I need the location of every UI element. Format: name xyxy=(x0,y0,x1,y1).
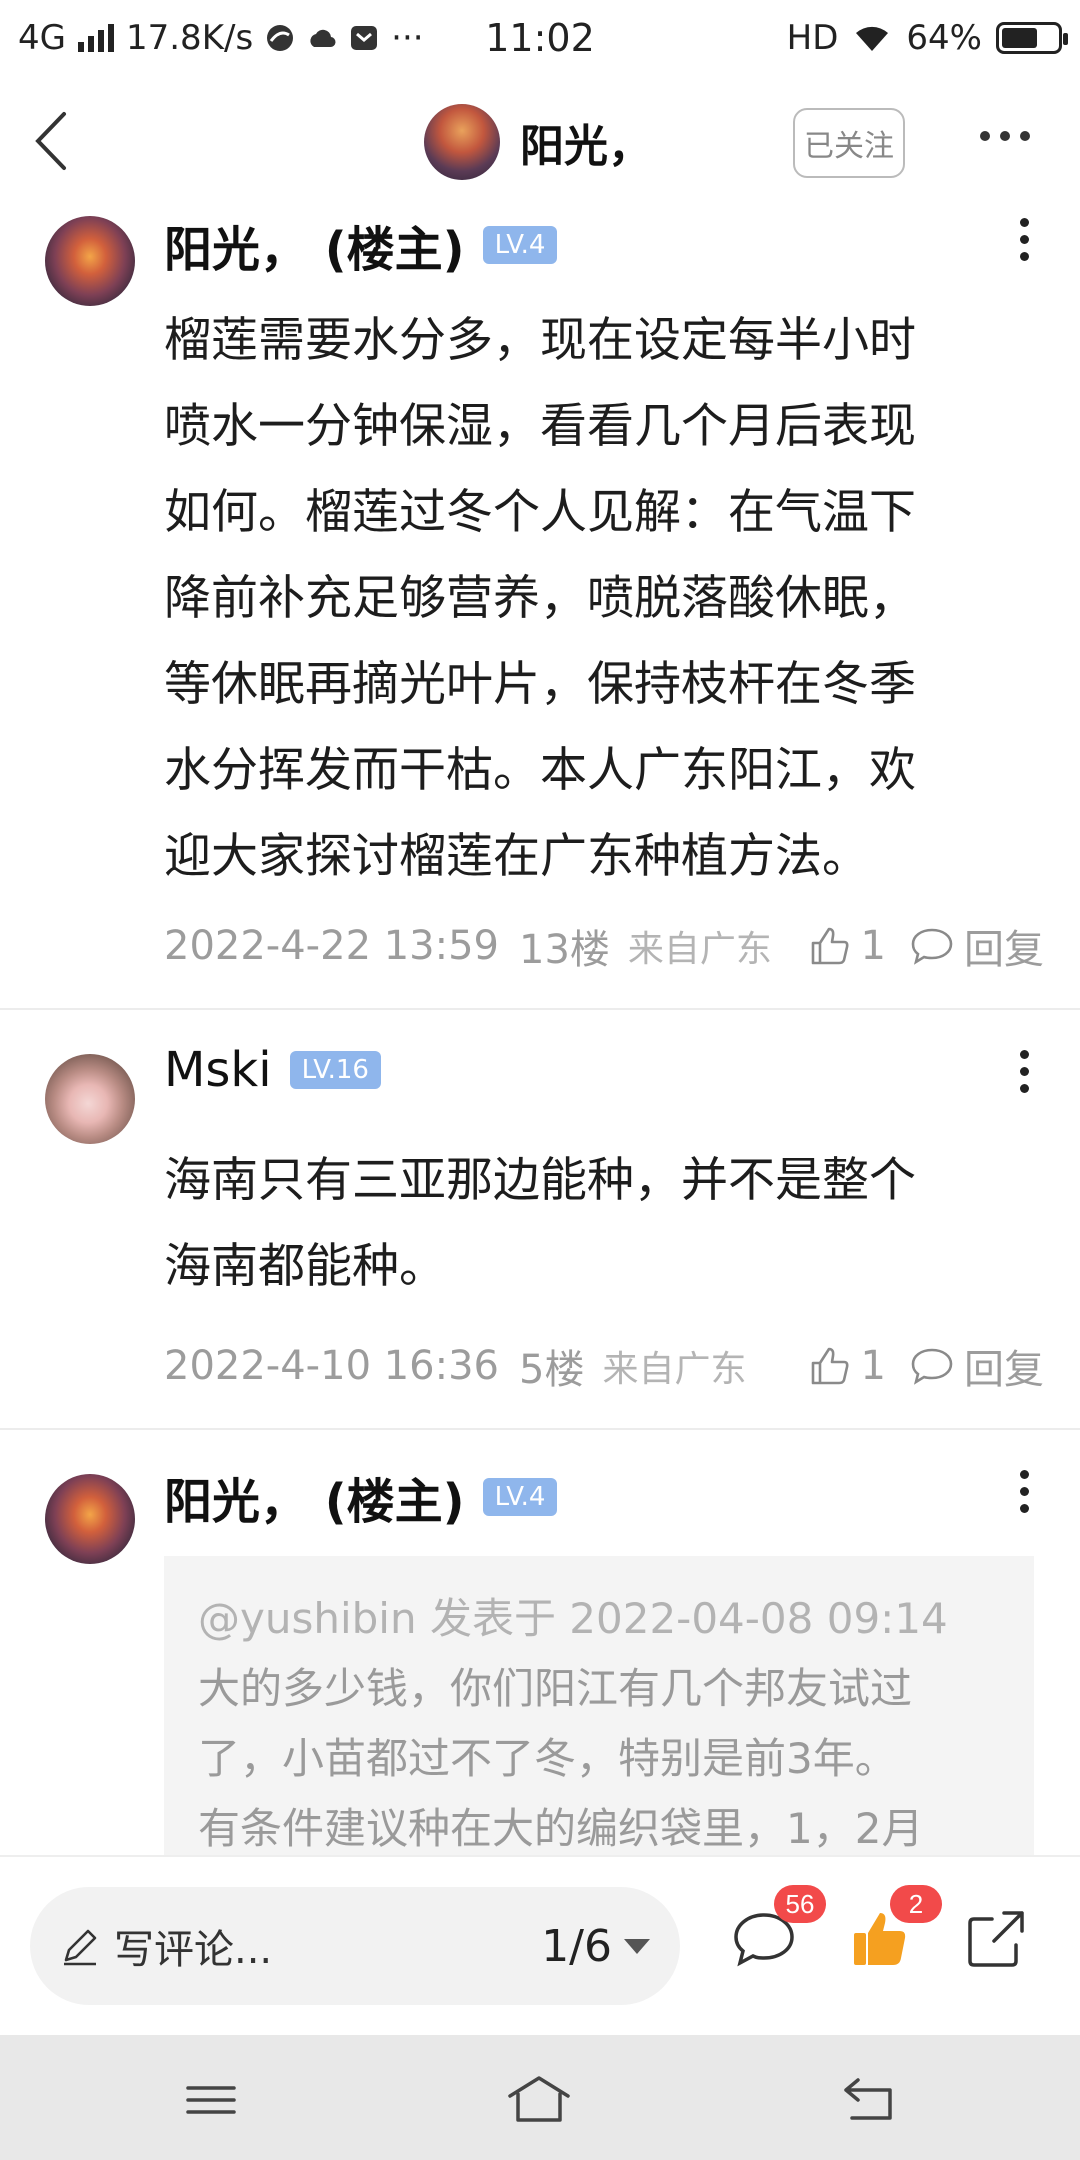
comment-icon xyxy=(911,928,953,965)
post-line: 喷水一分钟保湿，看看几个月后表现 xyxy=(164,399,916,454)
clock: 11:02 xyxy=(485,16,595,60)
avatar[interactable] xyxy=(424,104,500,180)
like-post-button[interactable]: 2 xyxy=(848,1885,942,1977)
post-line: 水分挥发而干枯。本人广东阳江，欢 xyxy=(164,743,916,798)
like-count: 1 xyxy=(860,1343,886,1389)
floor-number: 13楼 xyxy=(519,927,610,973)
floor-number: 5楼 xyxy=(519,1347,585,1393)
post-content: 榴莲需要水分多，现在设定每半小时 喷水一分钟保湿，看看几个月后表现 如何。榴莲过… xyxy=(164,298,1014,900)
level-badge: LV.4 xyxy=(482,1478,558,1516)
follow-button[interactable]: 已关注 xyxy=(793,108,905,178)
comment-input[interactable]: 写评论... 1/6 xyxy=(30,1887,680,2005)
post-line: 榴莲需要水分多，现在设定每半小时 xyxy=(164,313,916,368)
like-button[interactable]: 1 xyxy=(807,1343,886,1389)
comment-count-badge: 56 xyxy=(774,1885,826,1923)
reply-label: 回复 xyxy=(964,1347,1044,1393)
like-button[interactable]: 1 xyxy=(807,923,886,969)
post-line: 如何。榴莲过冬个人见解：在气温下 xyxy=(164,485,916,540)
divider xyxy=(0,1008,1080,1010)
status-bar: 4G 17.8K/s ··· 11:02 HD 64% xyxy=(0,0,1080,76)
divider xyxy=(0,1428,1080,1430)
reply-button[interactable]: 回复 xyxy=(910,917,1044,975)
menu-icon[interactable] xyxy=(176,2070,246,2130)
quote-header: @yushibin 发表于 2022-04-08 09:14 xyxy=(198,1594,948,1643)
post-location: 来自广东 xyxy=(627,929,772,970)
thumbs-up-icon xyxy=(811,927,849,965)
more-options-icon[interactable] xyxy=(980,131,1036,147)
nav-user[interactable]: 阳光， xyxy=(424,104,652,180)
page-indicator: 1/6 xyxy=(541,1920,612,1972)
post-author[interactable]: Mski LV.16 xyxy=(164,1042,381,1098)
post-author[interactable]: 阳光， (楼主) LV.4 xyxy=(164,210,558,280)
pencil-icon xyxy=(64,1929,97,1966)
post-more-icon[interactable] xyxy=(1017,1470,1031,1513)
back-icon[interactable] xyxy=(834,2070,904,2130)
dropdown-caret-icon xyxy=(624,1938,650,1954)
system-nav-bar xyxy=(0,2035,1080,2160)
post-line: 迎大家探讨榴莲在广东种植方法。 xyxy=(164,829,869,884)
back-arrow-icon[interactable] xyxy=(24,106,84,176)
post-location: 来自广东 xyxy=(602,1349,747,1390)
post-meta: 2022-4-10 16:36 5楼 来自广东 1 回复 xyxy=(164,1336,1044,1396)
like-count: 1 xyxy=(860,923,886,969)
author-name: 阳光， (楼主) xyxy=(164,1474,465,1530)
post-line: 降前补充足够营养，喷脱落酸休眠， xyxy=(164,571,916,626)
author-name: 阳光， (楼主) xyxy=(164,222,465,278)
battery-icon xyxy=(996,22,1068,54)
level-badge: LV.4 xyxy=(482,226,558,264)
author-name: Mski xyxy=(164,1042,272,1098)
share-button[interactable] xyxy=(964,1907,1034,1977)
post-line: 等休眠再摘光叶片，保持枝杆在冬季 xyxy=(164,657,916,712)
comments-button[interactable]: 56 xyxy=(732,1885,826,1977)
quote-line: 了，小苗都过不了冬，特别是前3年。 xyxy=(198,1734,897,1783)
comment-icon xyxy=(911,1348,953,1385)
avatar[interactable] xyxy=(45,216,135,306)
post-more-icon[interactable] xyxy=(1017,1050,1031,1093)
post-line: 海南都能种。 xyxy=(164,1239,446,1294)
level-badge: LV.16 xyxy=(289,1051,381,1089)
comment-placeholder: 写评论... xyxy=(114,1927,273,1973)
quoted-reply[interactable]: @yushibin 发表于 2022-04-08 09:14 大的多少钱，你们阳… xyxy=(164,1556,1034,1856)
reply-label: 回复 xyxy=(964,927,1044,973)
thumbs-up-icon xyxy=(811,1347,849,1385)
quote-line: 大的多少钱，你们阳江有几个邦友试过 xyxy=(198,1664,913,1713)
post-author[interactable]: 阳光， (楼主) LV.4 xyxy=(164,1462,558,1532)
avatar[interactable] xyxy=(45,1474,135,1564)
share-icon xyxy=(968,1911,1024,1967)
nav-username: 阳光， xyxy=(520,121,652,172)
post-line: 海南只有三亚那边能种，并不是整个 xyxy=(164,1153,916,1208)
bottom-action-bar: 写评论... 1/6 56 2 xyxy=(0,1855,1080,2035)
post-date: 2022-4-22 13:59 xyxy=(164,923,499,969)
post-meta: 2022-4-22 13:59 13楼 来自广东 1 回复 xyxy=(164,916,1044,976)
quote-line: 有条件建议种在大的编织袋里，1，2月 xyxy=(198,1804,924,1853)
post-more-icon[interactable] xyxy=(1017,218,1031,261)
avatar[interactable] xyxy=(45,1054,135,1144)
post-content: 海南只有三亚那边能种，并不是整个 海南都能种。 xyxy=(164,1138,1014,1310)
top-nav: 阳光， 已关注 xyxy=(0,76,1080,206)
post-date: 2022-4-10 16:36 xyxy=(164,1343,499,1389)
like-count-badge: 2 xyxy=(890,1885,942,1923)
reply-button[interactable]: 回复 xyxy=(910,1337,1044,1395)
page-selector[interactable]: 1/6 xyxy=(541,1921,650,1972)
home-icon[interactable] xyxy=(504,2070,574,2130)
